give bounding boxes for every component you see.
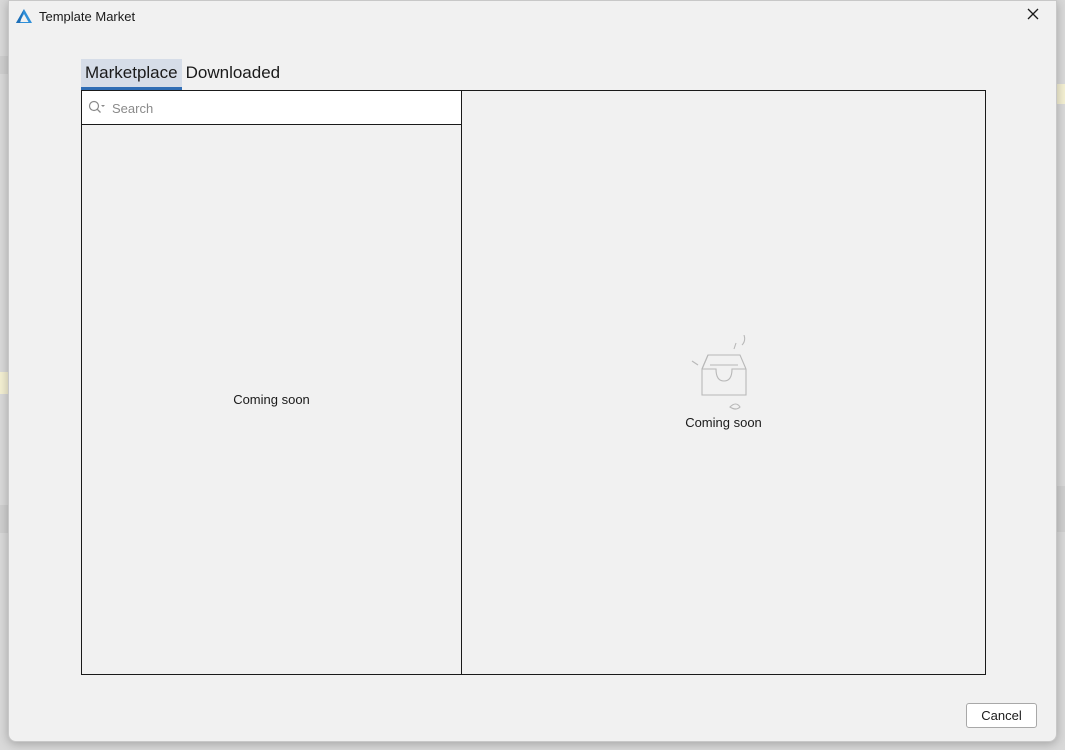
template-list-pane: Coming soon [82,91,462,674]
background-app-highlight [0,372,8,394]
background-app-strip [0,56,8,74]
window-title: Template Market [39,9,136,24]
background-app-strip [0,505,8,533]
title-bar: Template Market [9,1,1056,31]
template-market-dialog: Template Market Marketplace Downloaded S… [8,0,1057,742]
close-button[interactable] [1020,5,1046,27]
background-app-highlight [1057,84,1065,104]
template-detail-pane: Coming soon [462,91,985,674]
content-panel: Coming soon [81,90,986,675]
tab-marketplace[interactable]: Marketplace [81,59,182,90]
cancel-button[interactable]: Cancel [966,703,1037,728]
empty-inbox-icon [686,334,762,415]
list-empty-message: Coming soon [233,392,310,407]
background-app-strip [1057,486,1065,532]
tab-bar: Marketplace Downloaded [81,59,284,90]
detail-empty-message: Coming soon [685,415,762,430]
search-box[interactable] [82,91,461,125]
tab-downloaded[interactable]: Downloaded [182,59,285,90]
app-logo-icon [15,8,33,24]
close-icon [1027,7,1039,25]
search-icon[interactable] [88,100,106,116]
search-input[interactable] [112,98,452,118]
